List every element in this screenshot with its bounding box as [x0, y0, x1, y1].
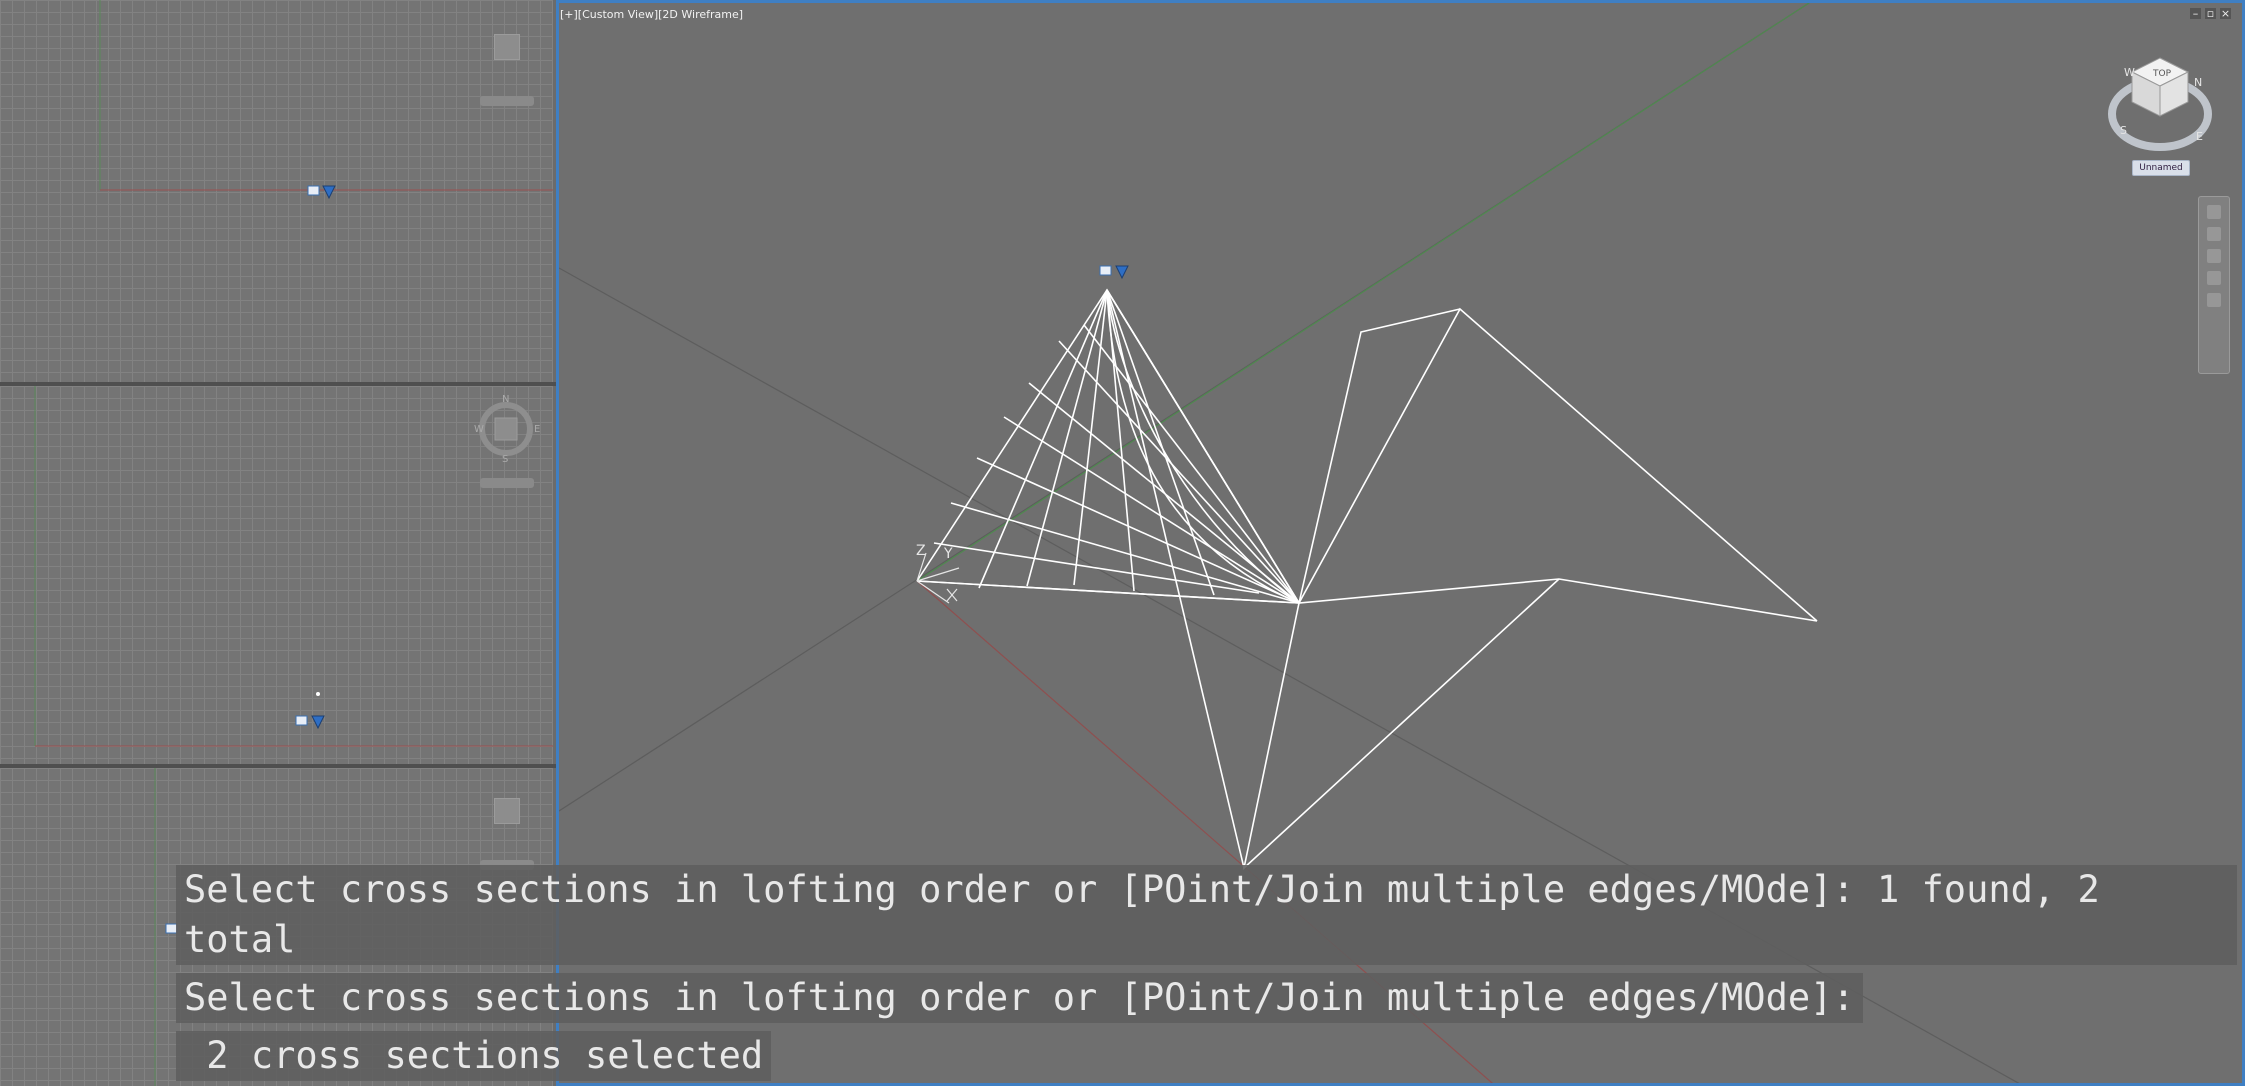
- steering-wheel-icon[interactable]: [2207, 205, 2221, 219]
- ucs-menu[interactable]: Unnamed: [2132, 160, 2190, 176]
- viewcube-icon[interactable]: [494, 34, 520, 60]
- compass-s: S: [2120, 124, 2127, 137]
- compass-e: E: [534, 424, 541, 435]
- viewcube-icon[interactable]: [494, 798, 520, 824]
- point-grip-icon[interactable]: [1099, 265, 1129, 280]
- point-grip-icon[interactable]: [295, 715, 325, 730]
- ucs-icon[interactable]: [916, 552, 960, 604]
- viewcube-icon[interactable]: [494, 417, 518, 441]
- ucs-menu-ghost[interactable]: [480, 96, 534, 106]
- compass-n: N: [502, 394, 510, 405]
- viewport-controls-label[interactable]: [+][Custom View][2D Wireframe]: [560, 8, 743, 21]
- command-history-line: Select cross sections in lofting order o…: [176, 973, 1863, 1023]
- point-grip-icon[interactable]: [307, 185, 336, 200]
- close-icon[interactable]: ×: [2220, 8, 2231, 19]
- cube-face-label: TOP: [2152, 69, 2172, 79]
- y-axis-line: [916, 3, 1810, 582]
- point-marker: [316, 692, 320, 696]
- navigation-bar-icon[interactable]: [2198, 196, 2230, 374]
- front-view-axes: [34, 386, 553, 747]
- viewport-front[interactable]: N S E W: [0, 386, 553, 764]
- compass-e: E: [2196, 130, 2203, 143]
- compass-s: S: [502, 454, 509, 465]
- lofted-surface-wireframe[interactable]: [916, 288, 1818, 871]
- zoom-icon[interactable]: [2207, 249, 2221, 263]
- minimize-icon[interactable]: –: [2190, 8, 2201, 19]
- y-axis-label: Y: [943, 546, 953, 562]
- command-history-line: 2 cross sections selected: [176, 1031, 772, 1081]
- compass-n: N: [2194, 76, 2202, 89]
- viewport-window-buttons: – ▫ ×: [2190, 8, 2231, 19]
- compass-w: W: [2124, 66, 2135, 79]
- viewport-top[interactable]: [0, 0, 553, 382]
- showmotion-icon[interactable]: [2207, 293, 2221, 307]
- viewcube-icon[interactable]: TOP W N S E: [2108, 52, 2212, 156]
- pan-icon[interactable]: [2207, 227, 2221, 241]
- ucs-menu-ghost[interactable]: [480, 478, 534, 488]
- restore-icon[interactable]: ▫: [2205, 8, 2216, 19]
- top-view-axes: [99, 0, 553, 200]
- command-history-line: Select cross sections in lofting order o…: [176, 865, 2237, 965]
- compass-w: W: [474, 424, 484, 435]
- z-axis-label: Z: [916, 543, 926, 559]
- orbit-icon[interactable]: [2207, 271, 2221, 285]
